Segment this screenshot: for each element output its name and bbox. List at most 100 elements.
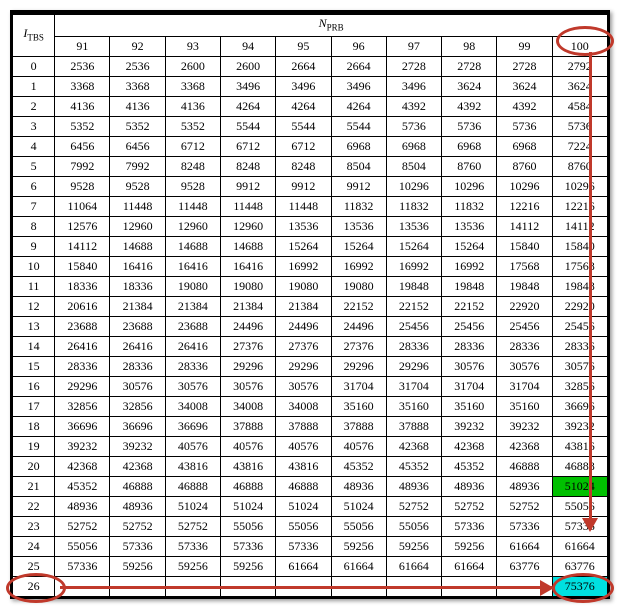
- data-cell: 32856: [55, 397, 110, 417]
- data-cell: 2600: [221, 57, 276, 77]
- data-cell: 8760: [442, 157, 497, 177]
- data-cell: 9528: [165, 177, 220, 197]
- data-cell: 57336: [221, 537, 276, 557]
- data-cell: 4136: [55, 97, 110, 117]
- data-cell: 16416: [110, 257, 165, 277]
- data-cell: 43816: [221, 457, 276, 477]
- data-cell: 2664: [331, 57, 386, 77]
- data-cell: 52752: [497, 497, 552, 517]
- data-cell: 32856: [552, 377, 607, 397]
- data-cell: 2664: [276, 57, 331, 77]
- data-cell: 4392: [386, 97, 441, 117]
- data-cell: 34008: [276, 397, 331, 417]
- data-cell: 9912: [331, 177, 386, 197]
- data-cell: 11832: [442, 197, 497, 217]
- data-cell: 40576: [276, 437, 331, 457]
- table-row: 8125761296012960129601353613536135361353…: [13, 217, 608, 237]
- data-cell: 4392: [497, 97, 552, 117]
- data-cell: 21384: [110, 297, 165, 317]
- data-cell: 3624: [497, 77, 552, 97]
- table-row: 1629296305763057630576305763170431704317…: [13, 377, 608, 397]
- data-cell: [55, 577, 110, 597]
- table-row: 7110641144811448114481144811832118321183…: [13, 197, 608, 217]
- data-cell: 13536: [386, 217, 441, 237]
- data-cell: [442, 577, 497, 597]
- data-cell: 19080: [221, 277, 276, 297]
- row-index-cell: 19: [13, 437, 55, 457]
- data-cell: 39232: [110, 437, 165, 457]
- table-row: 9141121468814688146881526415264152641526…: [13, 237, 608, 257]
- data-cell: 63776: [552, 557, 607, 577]
- data-cell: 37888: [331, 417, 386, 437]
- data-cell: 6712: [276, 137, 331, 157]
- column-header: 99: [497, 37, 552, 57]
- data-cell: 19848: [442, 277, 497, 297]
- row-index-cell: 18: [13, 417, 55, 437]
- data-cell: 42368: [497, 437, 552, 457]
- table-row: 2042368423684381643816438164535245352453…: [13, 457, 608, 477]
- data-cell: [497, 577, 552, 597]
- data-cell: 11448: [165, 197, 220, 217]
- data-cell: 23688: [110, 317, 165, 337]
- data-cell: 40576: [331, 437, 386, 457]
- data-cell: 8504: [386, 157, 441, 177]
- data-cell: 40576: [221, 437, 276, 457]
- data-cell: 29296: [386, 357, 441, 377]
- data-cell: 3624: [442, 77, 497, 97]
- data-cell: 6456: [110, 137, 165, 157]
- data-cell: 8248: [221, 157, 276, 177]
- data-cell: [221, 577, 276, 597]
- data-cell: 17568: [552, 257, 607, 277]
- data-cell: 4136: [165, 97, 220, 117]
- data-cell: 42368: [442, 437, 497, 457]
- row-index-cell: 13: [13, 317, 55, 337]
- data-cell: 5736: [386, 117, 441, 137]
- data-cell: 24496: [221, 317, 276, 337]
- row-index-cell: 8: [13, 217, 55, 237]
- row-index-cell: 7: [13, 197, 55, 217]
- data-cell: 8504: [331, 157, 386, 177]
- row-index-cell: 11: [13, 277, 55, 297]
- data-cell: 22920: [552, 297, 607, 317]
- row-index-header: ITBS: [13, 14, 55, 57]
- data-cell: 27376: [221, 337, 276, 357]
- data-cell: 37888: [386, 417, 441, 437]
- data-cell: 8248: [276, 157, 331, 177]
- data-cell: 37888: [221, 417, 276, 437]
- data-cell: 23688: [55, 317, 110, 337]
- data-cell: 15264: [331, 237, 386, 257]
- data-cell: 42368: [386, 437, 441, 457]
- data-cell: 14112: [55, 237, 110, 257]
- data-cell: 4392: [442, 97, 497, 117]
- data-cell: 46888: [221, 477, 276, 497]
- data-cell: 29296: [276, 357, 331, 377]
- data-cell: 3496: [386, 77, 441, 97]
- data-cell: 19848: [386, 277, 441, 297]
- data-cell: 12216: [497, 197, 552, 217]
- data-cell: 14112: [552, 217, 607, 237]
- data-cell: 5736: [442, 117, 497, 137]
- data-cell: 4584: [552, 97, 607, 117]
- data-cell: 46888: [165, 477, 220, 497]
- data-cell: 59256: [110, 557, 165, 577]
- column-headers-row: 919293949596979899100: [13, 37, 608, 57]
- data-cell: 31704: [386, 377, 441, 397]
- data-cell: 35160: [331, 397, 386, 417]
- table-row: 5799279928248824882488504850487608760876…: [13, 157, 608, 177]
- data-cell: 51024: [552, 477, 607, 497]
- data-cell: 4136: [110, 97, 165, 117]
- table-row: 1015840164161641616416169921699216992169…: [13, 257, 608, 277]
- row-index-cell: 3: [13, 117, 55, 137]
- data-cell: 42368: [110, 457, 165, 477]
- data-cell: 21384: [165, 297, 220, 317]
- data-cell: 45352: [442, 457, 497, 477]
- column-header: 96: [331, 37, 386, 57]
- data-cell: 21384: [221, 297, 276, 317]
- data-cell: 39232: [497, 417, 552, 437]
- data-cell: 24496: [331, 317, 386, 337]
- column-header: 94: [221, 37, 276, 57]
- data-cell: [165, 577, 220, 597]
- data-cell: 51024: [276, 497, 331, 517]
- row-index-cell: 0: [13, 57, 55, 77]
- data-cell: 22152: [386, 297, 441, 317]
